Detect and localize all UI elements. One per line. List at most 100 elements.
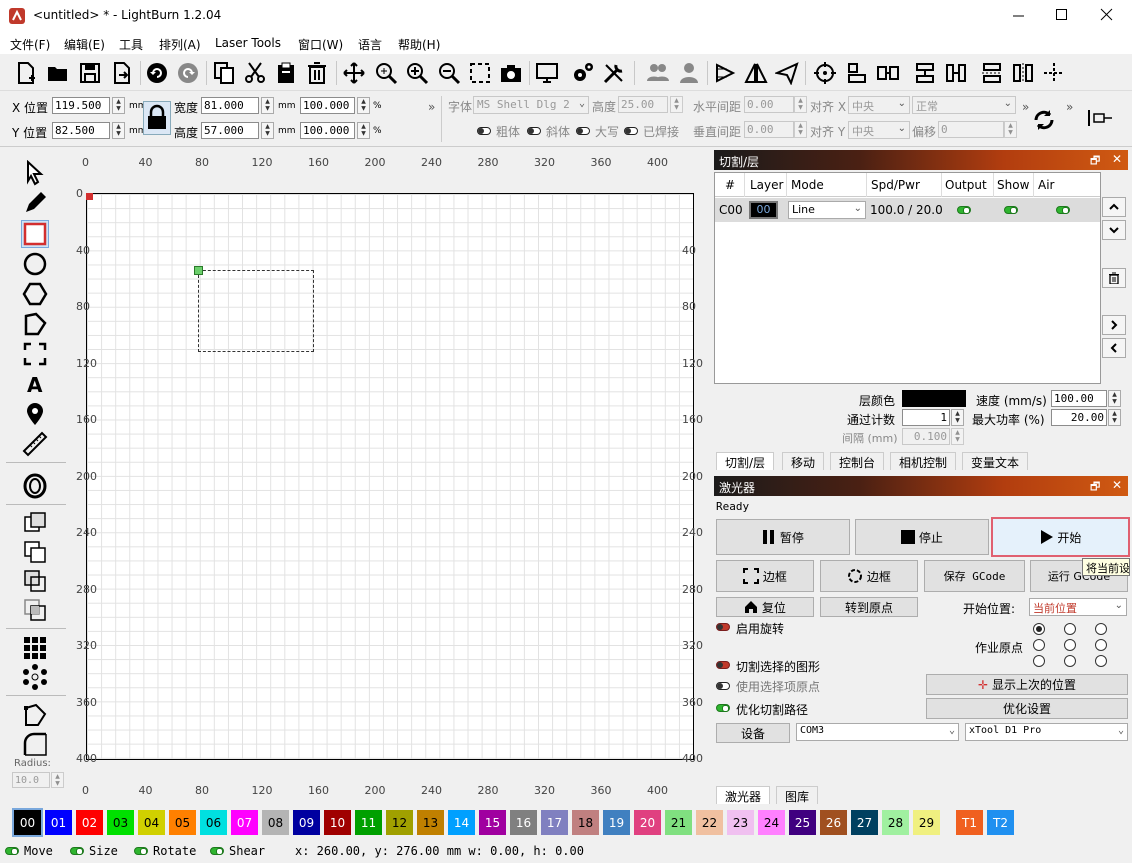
boolean-subtract-icon[interactable] — [21, 567, 49, 595]
y-position-spinner[interactable]: ▲ ▼ — [112, 122, 125, 139]
copy-icon[interactable] — [210, 59, 238, 87]
layer-output-toggle[interactable] — [957, 206, 971, 214]
undock-icon[interactable]: 🗗 — [1090, 478, 1100, 497]
refresh-icon[interactable] — [1030, 106, 1060, 134]
ellipse-icon[interactable] — [21, 250, 49, 278]
palette-swatch-00[interactable]: 00 — [12, 808, 43, 837]
palette-swatch-18[interactable]: 18 — [572, 810, 599, 835]
optimize-toggle[interactable] — [716, 704, 730, 712]
rotary-toggle[interactable] — [716, 623, 730, 631]
tab-variable-text[interactable]: 变量文本 — [962, 452, 1029, 470]
palette-swatch-24[interactable]: 24 — [758, 810, 785, 835]
devices-button[interactable]: 设备 — [716, 723, 790, 743]
scale-width-field[interactable]: 100.000 — [300, 97, 355, 114]
palette-swatch-16[interactable]: 16 — [510, 810, 537, 835]
bold-toggle[interactable] — [477, 127, 491, 135]
monitor-icon[interactable] — [533, 59, 561, 87]
center-crosshair-icon[interactable] — [811, 59, 839, 87]
move-icon[interactable] — [340, 59, 368, 87]
layer-row[interactable]: C00 00 Line ⌄ 100.0 / 20.0 — [715, 198, 1100, 222]
frame-button[interactable]: 边框 — [716, 560, 814, 592]
move-toggle[interactable] — [5, 847, 19, 855]
use-selection-origin-toggle[interactable] — [716, 682, 730, 690]
menu-edit[interactable]: 编辑(E) — [64, 36, 105, 53]
panel-close-icon[interactable]: ✕ — [1112, 152, 1122, 166]
origin-radio-middle-center[interactable] — [1064, 639, 1076, 651]
close-icon[interactable] — [1100, 8, 1114, 22]
circular-array-icon[interactable] — [21, 663, 49, 691]
layer-delete-button[interactable] — [1102, 268, 1126, 288]
port-select[interactable]: COM3 ⌄ — [796, 723, 959, 741]
frame-corners-icon[interactable] — [21, 340, 49, 368]
offset-spinner[interactable]: ▲ ▼ — [1004, 121, 1017, 138]
x-position-spinner[interactable]: ▲ ▼ — [112, 97, 125, 114]
start-button[interactable]: 开始 — [991, 517, 1130, 557]
font-height-spinner[interactable]: ▲ ▼ — [670, 96, 683, 113]
distribute-vertical-icon[interactable] — [911, 59, 939, 87]
lock-aspect-button[interactable] — [143, 101, 171, 135]
rectangle-tool-icon[interactable] — [21, 220, 49, 248]
passes-field[interactable]: 1 — [902, 409, 950, 426]
menu-arrange[interactable]: 排列(A) — [159, 36, 201, 53]
height-spinner[interactable]: ▲ ▼ — [261, 122, 274, 139]
palette-swatch-20[interactable]: 20 — [634, 810, 661, 835]
home-button[interactable]: 复位 — [716, 597, 814, 617]
uppercase-toggle[interactable] — [576, 127, 590, 135]
align-left-icon[interactable] — [843, 59, 871, 87]
menu-language[interactable]: 语言 — [358, 36, 382, 53]
origin-radio-bottom-right[interactable] — [1095, 655, 1107, 667]
more-arrow-icon[interactable]: » — [1066, 100, 1073, 114]
palette-swatch-27[interactable]: 27 — [851, 810, 878, 835]
passes-spinner[interactable]: ▲ ▼ — [951, 409, 964, 426]
position-marker-icon[interactable] — [21, 400, 49, 428]
palette-swatch-28[interactable]: 28 — [882, 810, 909, 835]
layer-mode-select[interactable]: Line ⌄ — [788, 201, 866, 219]
layer-show-toggle[interactable] — [1004, 206, 1018, 214]
palette-swatch-01[interactable]: 01 — [45, 810, 72, 835]
selection-handle[interactable] — [194, 266, 203, 275]
measure-ruler-icon[interactable] — [21, 430, 49, 458]
max-power-field[interactable]: 20.00 — [1051, 409, 1107, 426]
zoom-pan-icon[interactable] — [372, 59, 400, 87]
menu-file[interactable]: 文件(F) — [10, 36, 50, 53]
palette-swatch-15[interactable]: 15 — [479, 810, 506, 835]
origin-radio-bottom-center[interactable] — [1064, 655, 1076, 667]
origin-radio-bottom-left[interactable] — [1033, 655, 1045, 667]
rotate-toggle[interactable] — [134, 847, 148, 855]
tab-library[interactable]: 图库 — [776, 786, 819, 804]
tools-icon[interactable] — [600, 59, 628, 87]
workspace-canvas[interactable] — [86, 193, 694, 760]
interval-spinner[interactable]: ▲ ▼ — [951, 428, 964, 445]
zoom-in-icon[interactable] — [403, 59, 431, 87]
maximize-icon[interactable] — [1055, 8, 1069, 22]
palette-swatch-03[interactable]: 03 — [107, 810, 134, 835]
optimize-settings-button[interactable]: 优化设置 — [926, 698, 1128, 719]
show-last-position-button[interactable]: ✛ 显示上次的位置 — [926, 674, 1128, 695]
origin-radio-top-right[interactable] — [1095, 623, 1107, 635]
new-file-icon[interactable] — [12, 59, 40, 87]
palette-swatch-22[interactable]: 22 — [696, 810, 723, 835]
origin-radio-middle-left[interactable] — [1033, 639, 1045, 651]
zoom-out-icon[interactable] — [435, 59, 463, 87]
origin-radio-top-center[interactable] — [1064, 623, 1076, 635]
palette-swatch-29[interactable]: 29 — [913, 810, 940, 835]
x-position-field[interactable]: 119.500 — [52, 97, 110, 114]
settings-gears-icon[interactable] — [569, 59, 597, 87]
grid-array-icon[interactable] — [21, 634, 49, 662]
speed-spinner[interactable]: ▲ ▼ — [1108, 390, 1121, 407]
palette-swatch-19[interactable]: 19 — [603, 810, 630, 835]
origin-radio-middle-right[interactable] — [1095, 639, 1107, 651]
layer-color-swatch[interactable]: 00 — [749, 201, 778, 219]
align-center-axis-icon[interactable] — [1040, 59, 1068, 87]
rubber-band-frame-button[interactable]: 边框 — [820, 560, 918, 592]
tab-camera[interactable]: 相机控制 — [890, 452, 957, 470]
hspace-field[interactable]: 0.00 — [744, 96, 794, 113]
offset-shape-icon[interactable] — [21, 472, 49, 500]
align-middle-icon[interactable] — [1009, 59, 1037, 87]
selected-rectangle[interactable] — [198, 270, 314, 352]
paste-icon[interactable] — [272, 59, 300, 87]
offset-field[interactable]: 0 — [938, 121, 1004, 138]
layer-expand-button[interactable] — [1102, 315, 1126, 335]
export-icon[interactable] — [108, 59, 136, 87]
font-height-field[interactable]: 25.00 — [618, 96, 668, 113]
